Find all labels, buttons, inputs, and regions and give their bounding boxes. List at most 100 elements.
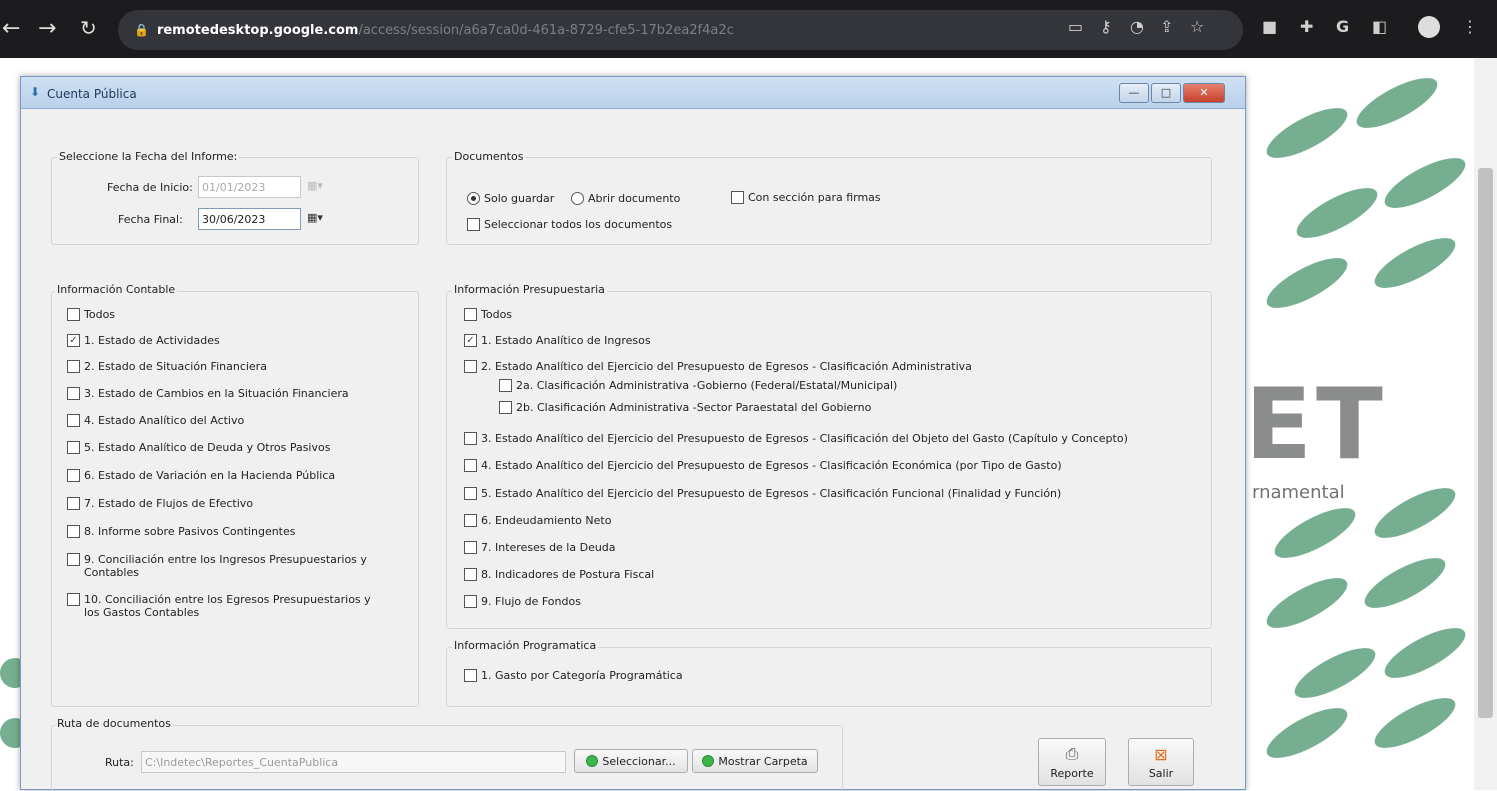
bg-decor xyxy=(1260,568,1354,638)
contable-item-2[interactable]: 2. Estado de Situación Financiera xyxy=(67,360,267,373)
contable-item-6[interactable]: 6. Estado de Variación en la Hacienda Pú… xyxy=(67,469,335,482)
presupuestaria-item-10[interactable]: 8. Indicadores de Postura Fiscal xyxy=(464,568,654,581)
calendar-icon[interactable]: ▦▾ xyxy=(307,211,323,224)
minimize-button[interactable]: — xyxy=(1119,83,1149,103)
checkbox-label: 8. Indicadores de Postura Fiscal xyxy=(481,568,655,581)
checkbox-label: 10. Conciliación entre los Egresos Presu… xyxy=(84,593,371,619)
contable-item-4[interactable]: 4. Estado Analítico del Activo xyxy=(67,414,244,427)
lock-icon: 🔒 xyxy=(134,23,149,37)
contable-item-5[interactable]: 5. Estado Analítico de Deuda y Otros Pas… xyxy=(67,441,330,454)
salir-button[interactable]: ⊠ Salir xyxy=(1128,738,1194,786)
bg-decor xyxy=(1368,228,1462,298)
presupuestaria-item-3[interactable]: 2a. Clasificación Administrativa -Gobier… xyxy=(499,379,897,392)
seleccionar-button[interactable]: Seleccionar... xyxy=(574,749,688,773)
menu-icon[interactable]: ⋮ xyxy=(1462,17,1478,36)
puzzle-icon[interactable]: ✚ xyxy=(1300,17,1313,36)
contable-item-7[interactable]: 7. Estado de Flujos de Efectivo xyxy=(67,497,253,510)
checkbox-label: 2. Estado de Situación Financiera xyxy=(84,360,267,373)
extension-icon[interactable]: ■ xyxy=(1262,17,1277,36)
presupuestaria-item-6[interactable]: 4. Estado Analítico del Ejercicio del Pr… xyxy=(464,459,1062,472)
checkbox-box xyxy=(67,387,80,400)
checkbox-label: 3. Estado de Cambios en la Situación Fin… xyxy=(84,387,349,400)
checkbox-label: 6. Estado de Variación en la Hacienda Pú… xyxy=(84,469,336,482)
maximize-button[interactable]: □ xyxy=(1151,83,1181,103)
checkbox-box xyxy=(67,308,80,321)
reload-icon[interactable]: ↻ xyxy=(80,16,97,40)
radio-dot xyxy=(571,192,584,205)
checkbox-box xyxy=(464,487,477,500)
url-domain: remotedesktop.google.com xyxy=(156,22,359,38)
checkbox-box xyxy=(67,360,80,373)
presupuestaria-item-8[interactable]: 6. Endeudamiento Neto xyxy=(464,514,611,527)
bg-decor xyxy=(1368,478,1462,548)
page-scrollbar-thumb[interactable] xyxy=(1478,168,1493,718)
checkbox-label: 9. Flujo de Fondos xyxy=(481,595,581,608)
profile-icon[interactable] xyxy=(1418,16,1440,38)
checkbox-box: ✓ xyxy=(464,334,477,347)
contable-item-9[interactable]: 9. Conciliación entre los Ingresos Presu… xyxy=(67,553,367,579)
key-icon[interactable]: ⚷ xyxy=(1100,17,1112,36)
star-icon[interactable]: ☆ xyxy=(1190,17,1204,36)
presupuestaria-item-0[interactable]: Todos xyxy=(464,308,512,321)
ruta-field[interactable]: C:\Indetec\Reportes_CuentaPublica xyxy=(141,751,566,773)
radio-abrir-documento[interactable]: Abrir documento xyxy=(571,192,680,205)
bookmark-icon[interactable]: ▭ xyxy=(1068,17,1083,36)
bg-decor xyxy=(1260,248,1354,318)
radio-solo-guardar[interactable]: Solo guardar xyxy=(467,192,554,205)
contable-item-0[interactable]: Todos xyxy=(67,308,115,321)
programatica-item-0[interactable]: 1. Gasto por Categoría Programática xyxy=(464,669,683,682)
checkbox-box xyxy=(464,459,477,472)
presupuestaria-item-5[interactable]: 3. Estado Analítico del Ejercicio del Pr… xyxy=(464,432,1128,445)
checkbox-box xyxy=(464,514,477,527)
checkbox-label: 5. Estado Analítico de Deuda y Otros Pas… xyxy=(84,441,331,454)
reporte-button[interactable]: ⎙ Reporte xyxy=(1038,738,1106,786)
checkbox-firmas[interactable]: Con sección para firmas xyxy=(731,191,881,204)
checkbox-label: 6. Endeudamiento Neto xyxy=(481,514,612,527)
google-icon[interactable]: G xyxy=(1336,17,1349,36)
presupuestaria-item-9[interactable]: 7. Intereses de la Deuda xyxy=(464,541,616,554)
checkbox-todos-documentos[interactable]: Seleccionar todos los documentos xyxy=(467,218,672,231)
checkbox-label: 1. Estado de Actividades xyxy=(84,334,220,347)
checkbox-label: 1. Estado Analítico de Ingresos xyxy=(481,334,651,347)
fecha-final-field[interactable]: 30/06/2023 xyxy=(198,208,301,230)
mostrar-carpeta-button[interactable]: Mostrar Carpeta xyxy=(692,749,818,773)
checkbox-label: 2a. Clasificación Administrativa -Gobier… xyxy=(516,379,898,392)
back-icon[interactable]: ← xyxy=(2,16,20,41)
cast-icon[interactable]: ◔ xyxy=(1130,17,1144,36)
contable-item-3[interactable]: 3. Estado de Cambios en la Situación Fin… xyxy=(67,387,349,400)
presupuestaria-item-2[interactable]: 2. Estado Analítico del Ejercicio del Pr… xyxy=(464,360,972,373)
checkbox-box xyxy=(499,379,512,392)
presupuestaria-group-title: Información Presupuestaria xyxy=(452,283,607,296)
checkbox-label: 3. Estado Analítico del Ejercicio del Pr… xyxy=(481,432,1128,445)
bg-logo: ET xyxy=(1245,368,1387,482)
checkbox-label: 1. Gasto por Categoría Programática xyxy=(481,669,683,682)
contable-item-10[interactable]: 10. Conciliación entre los Egresos Presu… xyxy=(67,593,377,619)
presupuestaria-item-4[interactable]: 2b. Clasificación Administrativa -Sector… xyxy=(499,401,871,414)
checkbox-label: Todos xyxy=(84,308,116,321)
checkbox-box xyxy=(67,525,80,538)
checkbox-label: 4. Estado Analítico del Ejercicio del Pr… xyxy=(481,459,1062,472)
checkbox-box xyxy=(67,593,80,606)
presupuestaria-item-11[interactable]: 9. Flujo de Fondos xyxy=(464,595,581,608)
checkbox-label: 9. Conciliación entre los Ingresos Presu… xyxy=(84,553,367,579)
fecha-inicio-field[interactable]: 01/01/2023 xyxy=(198,176,301,198)
checkbox-box: ✓ xyxy=(67,334,80,347)
checkbox-box xyxy=(67,469,80,482)
printer-icon: ⎙ xyxy=(1065,744,1079,763)
bg-decor xyxy=(1350,68,1444,138)
folder-green-icon xyxy=(702,755,715,767)
checkbox-box xyxy=(467,218,480,231)
calendar-icon[interactable]: ▦▾ xyxy=(307,179,323,192)
presupuestaria-item-1[interactable]: ✓ 1. Estado Analítico de Ingresos xyxy=(464,334,651,347)
ruta-group-title: Ruta de documentos xyxy=(55,717,173,730)
forward-icon[interactable]: → xyxy=(38,16,56,41)
presupuestaria-item-7[interactable]: 5. Estado Analítico del Ejercicio del Pr… xyxy=(464,487,1061,500)
sidepanel-icon[interactable]: ◧ xyxy=(1372,17,1387,36)
contable-item-8[interactable]: 8. Informe sobre Pasivos Contingentes xyxy=(67,525,296,538)
documentos-group-title: Documentos xyxy=(452,150,526,163)
share-icon[interactable]: ⇪ xyxy=(1160,17,1173,36)
checkbox-box xyxy=(464,541,477,554)
fecha-group-title: Seleccione la Fecha del Informe: xyxy=(57,150,240,163)
close-button[interactable]: ✕ xyxy=(1183,83,1225,103)
contable-item-1[interactable]: ✓ 1. Estado de Actividades xyxy=(67,334,220,347)
